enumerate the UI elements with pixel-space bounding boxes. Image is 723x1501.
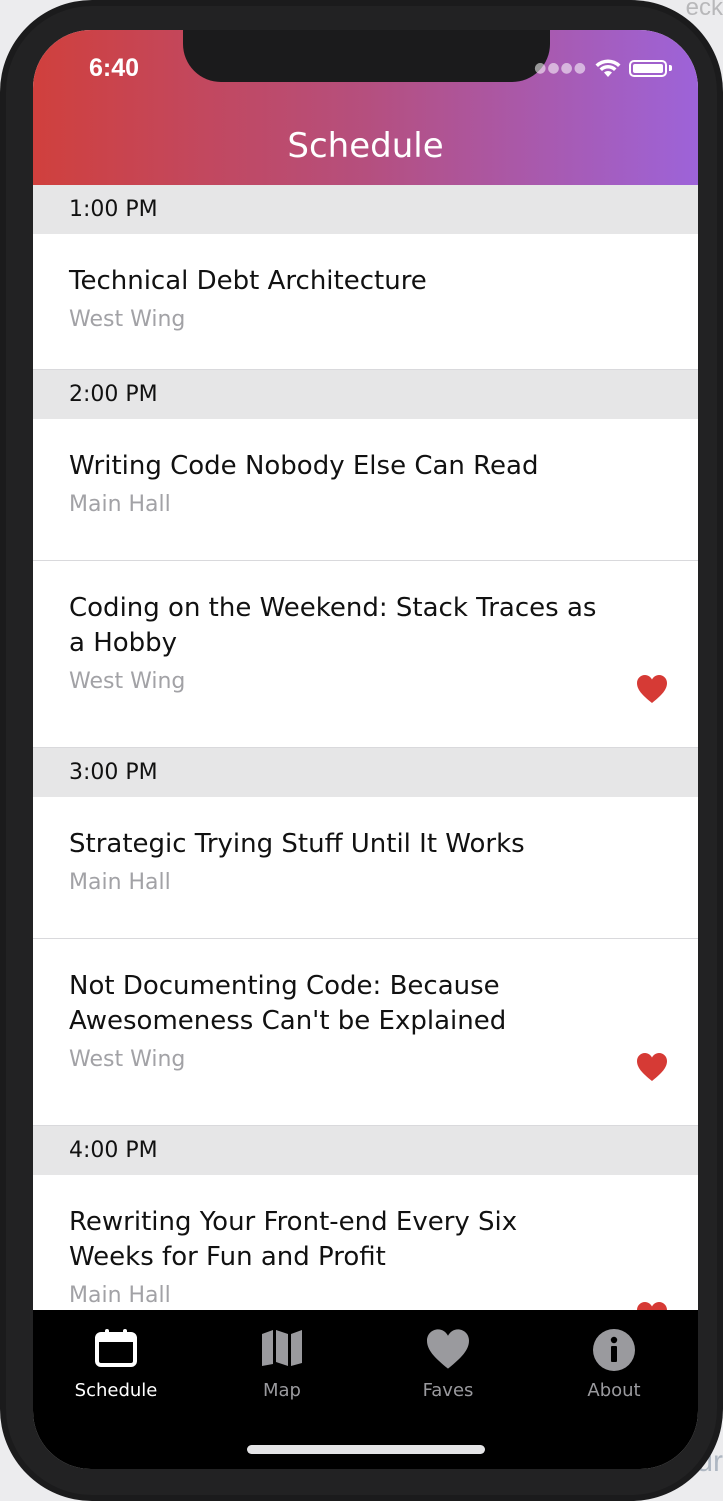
session-title: Not Documenting Code: Because Awesomenes… bbox=[69, 971, 507, 1036]
battery-icon bbox=[629, 59, 667, 77]
tab-faves[interactable]: Faves bbox=[365, 1328, 531, 1401]
wifi-icon bbox=[595, 59, 621, 77]
tab-label: Map bbox=[263, 1380, 301, 1401]
cellular-signal-icon: ●●●● bbox=[534, 60, 587, 76]
session-room: Main Hall bbox=[69, 492, 171, 517]
status-time: 6:40 bbox=[89, 54, 140, 82]
home-indicator[interactable] bbox=[247, 1445, 485, 1454]
session-room: West Wing bbox=[69, 307, 186, 332]
page-title: Schedule bbox=[287, 126, 444, 166]
session-row[interactable]: Rewriting Your Front-end Every Six Weeks… bbox=[33, 1175, 698, 1310]
section-header-time: 1:00 PM bbox=[33, 185, 698, 234]
tab-label: About bbox=[587, 1380, 641, 1401]
session-title: Coding on the Weekend: Stack Traces as a… bbox=[69, 593, 597, 658]
heart-icon bbox=[365, 1328, 531, 1372]
tab-label: Schedule bbox=[74, 1380, 158, 1401]
session-title: Strategic Trying Stuff Until It Works bbox=[69, 829, 525, 859]
schedule-list[interactable]: 1:00 PM Technical Debt Architecture West W… bbox=[33, 185, 698, 1310]
tab-label: Faves bbox=[422, 1380, 474, 1401]
tab-map[interactable]: Map bbox=[199, 1328, 365, 1401]
background-text-top-right: eck bbox=[685, 0, 723, 21]
session-row[interactable]: Not Documenting Code: Because Awesomenes… bbox=[33, 939, 698, 1126]
favorite-heart-icon bbox=[637, 1302, 667, 1310]
session-row[interactable]: Writing Code Nobody Else Can Read Main Ha… bbox=[33, 419, 698, 561]
favorite-heart-icon bbox=[637, 1053, 667, 1081]
favorite-heart-icon bbox=[637, 675, 667, 703]
session-title: Writing Code Nobody Else Can Read bbox=[69, 451, 539, 481]
status-indicators: ●●●● bbox=[534, 58, 672, 78]
session-row[interactable]: Coding on the Weekend: Stack Traces as a… bbox=[33, 561, 698, 748]
session-row[interactable]: Technical Debt Architecture West Wing bbox=[33, 234, 698, 370]
session-room: Main Hall bbox=[69, 870, 171, 895]
device-notch bbox=[183, 30, 550, 82]
tab-schedule[interactable]: Schedule bbox=[33, 1328, 199, 1401]
section-header-time: 2:00 PM bbox=[33, 370, 698, 419]
session-title: Technical Debt Architecture bbox=[69, 266, 427, 296]
calendar-icon bbox=[33, 1328, 199, 1372]
session-room: West Wing bbox=[69, 1047, 186, 1072]
section-header-time: 3:00 PM bbox=[33, 748, 698, 797]
session-row[interactable]: Strategic Trying Stuff Until It Works Mai… bbox=[33, 797, 698, 939]
info-icon bbox=[531, 1328, 697, 1372]
session-title: Rewriting Your Front-end Every Six Weeks… bbox=[69, 1207, 518, 1272]
app-screen: 6:40 ●●●● Schedule 1:00 PM Technical Debt… bbox=[33, 30, 698, 1469]
session-room: West Wing bbox=[69, 669, 186, 694]
map-icon bbox=[199, 1328, 365, 1372]
phone-frame: 6:40 ●●●● Schedule 1:00 PM Technical Debt… bbox=[0, 0, 723, 1501]
battery-tip bbox=[669, 65, 672, 71]
session-room: Main Hall bbox=[69, 1283, 171, 1308]
section-header-time: 4:00 PM bbox=[33, 1126, 698, 1175]
app-header: 6:40 ●●●● Schedule bbox=[33, 30, 698, 185]
tab-about[interactable]: About bbox=[531, 1328, 697, 1401]
